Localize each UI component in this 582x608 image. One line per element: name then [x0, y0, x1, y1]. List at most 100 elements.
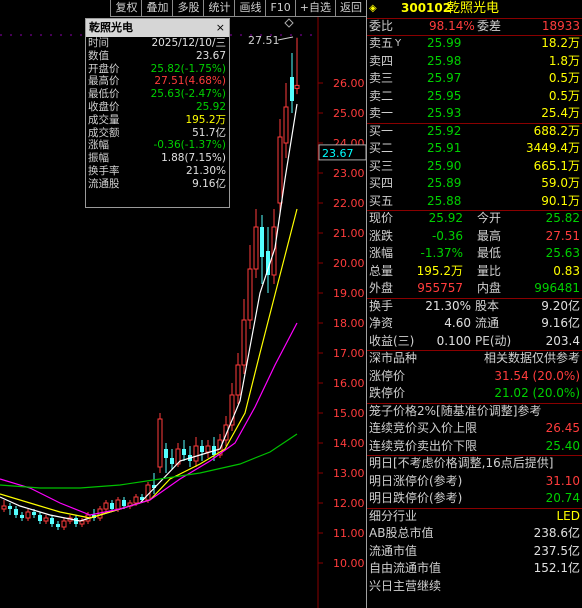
- toolbar-statistics-button[interactable]: 统计: [203, 0, 235, 17]
- market-cap-label: 兴日主营继续: [369, 578, 442, 593]
- limit-price-value: 21.02 (20.0%): [494, 386, 580, 400]
- price-axis-label: 12.00: [333, 497, 365, 510]
- toolbar-fuquan-button[interactable]: 复权: [110, 0, 142, 17]
- limit-price-row: 跌停价 21.02 (20.0%): [367, 385, 582, 403]
- popup-row-label: 最高价: [88, 75, 120, 88]
- popup-row-value: 25.82(-1.75%): [150, 62, 226, 75]
- finance-label: 流通: [475, 316, 500, 330]
- stock-code: 300102: [401, 1, 452, 15]
- kline-candle-body: [170, 458, 174, 464]
- finance-row: 收益(三) 0.100 PE(动) 203.4: [367, 333, 582, 351]
- ask-level-row: 卖二 25.95 0.5万: [367, 88, 582, 106]
- popup-row: 振幅 1.88(7.15%): [86, 152, 229, 165]
- auction-header: 笼子价格2%[随基准价调整]参考: [369, 403, 542, 418]
- ask-volume: 0.5万: [548, 71, 580, 85]
- kline-candle-body: [14, 509, 18, 515]
- quote-row: 涨幅 -1.37% 最低 25.63: [367, 245, 582, 263]
- tomorrow-row: 明日跌停价(参考) 20.74: [367, 490, 582, 508]
- price-axis-label: 13.00: [333, 467, 365, 480]
- popup-row-value: -0.36(-1.37%): [153, 139, 226, 152]
- finance-label: 换手: [369, 298, 394, 313]
- quote-label: 涨幅: [369, 246, 394, 260]
- quote-label: 最高: [477, 228, 502, 243]
- ask-level-label: 卖一: [369, 106, 394, 120]
- popup-row-value: 1.88(7.15%): [161, 152, 226, 165]
- popup-row-value: 25.63(-2.47%): [150, 88, 226, 101]
- bid-price: 25.90: [427, 158, 462, 173]
- price-axis-label: 10.00: [333, 557, 365, 570]
- price-axis-label: 26.00: [333, 77, 365, 90]
- limits-header-row: 深市品种 相关数据仅供参考: [367, 350, 582, 368]
- auction-label: 连续竞价卖出价下限: [369, 438, 478, 453]
- kline-candle-body: [277, 136, 283, 204]
- toolbar-f10-button[interactable]: F10: [265, 0, 295, 17]
- quote-row: 外盘 955757 内盘 996481: [367, 280, 582, 298]
- popup-row-value: 27.51(4.68%): [154, 75, 226, 88]
- quote-value: 996481: [534, 281, 580, 295]
- kline-candle-body: [164, 449, 168, 458]
- popup-close-icon[interactable]: ×: [216, 19, 225, 37]
- price-axis-label: 17.00: [333, 347, 365, 360]
- ask-volume: 25.4万: [541, 106, 580, 120]
- auction-value: 26.45: [545, 421, 580, 435]
- auction-row: 连续竞价卖出价下限 25.40: [367, 438, 582, 456]
- finance-value: 203.4: [545, 333, 580, 348]
- quote-value: 25.63: [545, 246, 580, 260]
- quote-value: -0.36: [431, 228, 463, 243]
- quote-label: 量比: [477, 263, 502, 278]
- quote-value: 25.92: [428, 211, 463, 225]
- ask-level-row: 卖五 Y 25.99 18.2万: [367, 35, 582, 53]
- finance-value: 9.16亿: [541, 316, 580, 330]
- toolbar-multi-stock-button[interactable]: 多股: [172, 0, 204, 17]
- industry-label: 细分行业: [369, 508, 418, 523]
- popup-row-label: 数值: [88, 49, 109, 62]
- popup-header: 乾照光电 ×: [86, 19, 229, 37]
- ask-volume: 1.8万: [548, 53, 580, 68]
- kline-candle-body: [182, 449, 186, 455]
- popup-row-value: 51.7亿: [192, 126, 226, 139]
- quote-label: 总量: [369, 263, 394, 278]
- limit-price-value: 31.54 (20.0%): [494, 368, 580, 383]
- toolbar-back-button[interactable]: 返回: [335, 0, 366, 17]
- ask-price: 25.99: [427, 36, 462, 50]
- high-price-annotation: 27.51: [248, 34, 280, 47]
- kline-candle-body: [260, 227, 264, 257]
- toolbar-draw-line-button[interactable]: 画线: [234, 0, 266, 17]
- popup-row-label: 最低价: [88, 88, 120, 101]
- market-cap-label: 流通市值: [369, 543, 418, 558]
- ask-level-label: 卖五: [369, 36, 394, 50]
- toolbar-add-watchlist-button[interactable]: +自选: [294, 0, 335, 17]
- kline-candle-body: [290, 77, 294, 101]
- popup-row-value: 2025/12/10/三: [151, 37, 226, 49]
- popup-row-label: 换手率: [88, 164, 120, 177]
- bid-price: 25.88: [427, 193, 462, 208]
- bid-volume: 665.1万: [533, 158, 580, 173]
- popup-row: 成交量 195.2万: [86, 114, 229, 127]
- finance-row: 换手 21.30% 股本 9.20亿: [367, 298, 582, 316]
- quote-value: 27.51: [545, 228, 580, 243]
- market-cap-value: 152.1亿: [533, 561, 580, 575]
- bid-level-row: 买三 25.90 665.1万: [367, 158, 582, 176]
- market-cap-value: 238.6亿: [533, 526, 580, 540]
- price-axis-label: 16.00: [333, 377, 365, 390]
- popup-row-label: 时间: [88, 37, 109, 49]
- popup-row-value: 21.30%: [185, 164, 226, 177]
- toolbar-overlay-button[interactable]: 叠加: [141, 0, 173, 17]
- quote-label: 外盘: [369, 281, 394, 295]
- bid-level-row: 买一 25.92 688.2万: [367, 123, 582, 141]
- quote-panel: ◈ 300102 乾照光电 委比 98.14% 委差 18933 卖五 Y 25.99 18.2万卖…: [366, 0, 582, 608]
- quote-label: 现价: [369, 211, 394, 225]
- popup-row-label: 成交量: [88, 113, 120, 126]
- limit-price-row: 涨停价 31.54 (20.0%): [367, 368, 582, 386]
- price-axis-label: 22.00: [333, 197, 365, 210]
- finance-value: 9.20亿: [541, 298, 580, 313]
- bid-level-row: 买五 25.88 90.1万: [367, 193, 582, 211]
- popup-row: 换手率 21.30%: [86, 165, 229, 178]
- market-cap-label: AB股总市值: [369, 526, 434, 540]
- auction-label: 连续竞价买入价上限: [369, 421, 478, 435]
- quote-label: 涨跌: [369, 228, 394, 243]
- popup-title: 乾照光电: [89, 21, 133, 34]
- kline-candle-body: [200, 446, 204, 452]
- market-cap-row: 兴日主营继续: [367, 578, 582, 596]
- market-cap-row: 自由流通市值 152.1亿: [367, 560, 582, 578]
